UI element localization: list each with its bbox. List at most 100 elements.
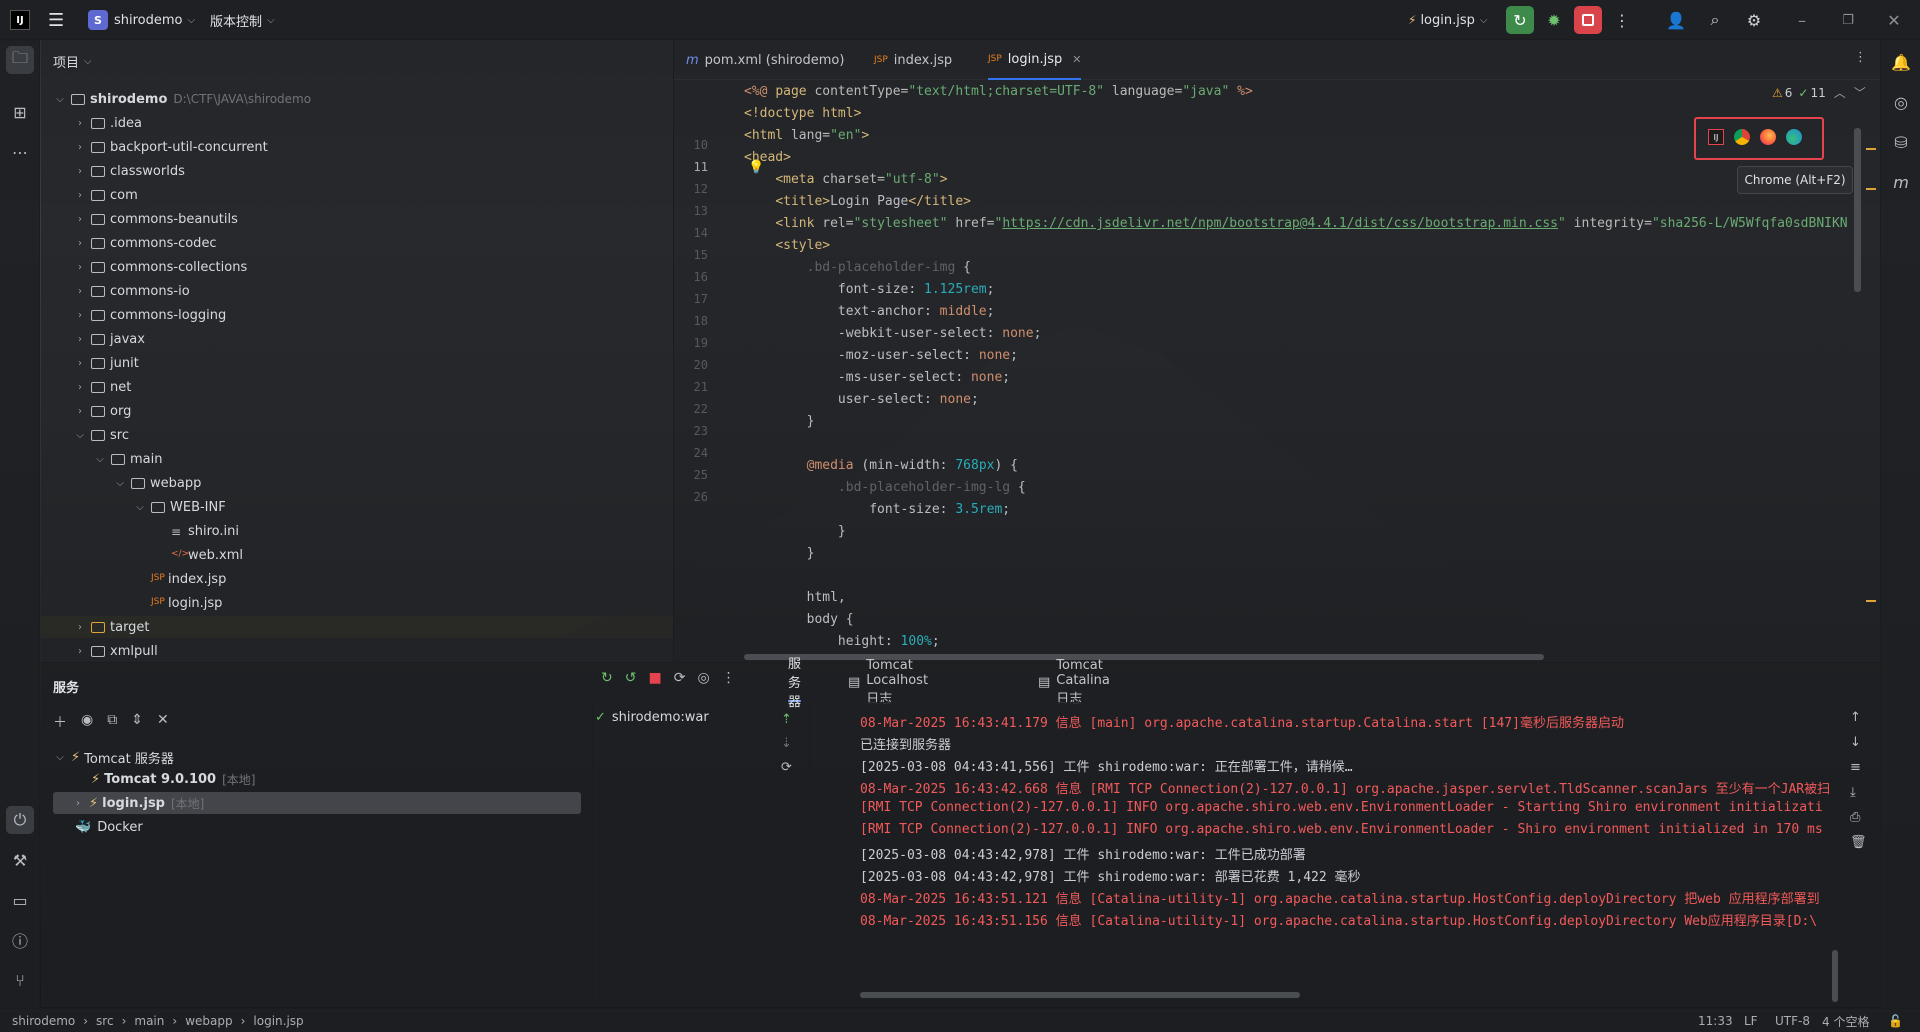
more-tools-icon[interactable]: ⋯ bbox=[6, 138, 34, 166]
tab-login-jsp[interactable]: JSP login.jsp ✕ bbox=[988, 40, 1082, 80]
file-encoding[interactable]: UTF-8 bbox=[1775, 1009, 1810, 1032]
project-selector[interactable]: S shirodemo ⌵ bbox=[88, 8, 195, 32]
close-tab-icon[interactable]: ✕ bbox=[1072, 53, 1081, 66]
tree-item[interactable]: JSP index.jsp bbox=[133, 568, 226, 590]
tree-item[interactable]: › junit bbox=[73, 352, 139, 374]
project-tool-icon[interactable]: 🗀 bbox=[6, 46, 34, 74]
refresh-icon[interactable]: ⟳ bbox=[781, 760, 792, 775]
tree-item[interactable]: › .idea bbox=[73, 112, 142, 134]
stop-icon[interactable]: ■ bbox=[648, 670, 661, 686]
tree-item[interactable]: › javax bbox=[73, 328, 145, 350]
breadcrumb-item[interactable]: main bbox=[134, 1014, 164, 1028]
tree-item[interactable]: ⌵ src bbox=[73, 424, 129, 446]
editor-horizontal-scrollbar[interactable] bbox=[744, 654, 1544, 660]
eye-icon[interactable]: ◉ bbox=[81, 712, 93, 732]
tree-item[interactable]: › commons-io bbox=[73, 280, 190, 302]
clear-log-icon[interactable]: 🗑 bbox=[1850, 835, 1867, 850]
git-tool-icon[interactable]: ⑂ bbox=[6, 966, 34, 994]
search-icon[interactable]: ⌕ bbox=[1701, 6, 1729, 34]
code-area[interactable]: 10 11 12 13 14 15 16 17 18 19 20 21 22 2… bbox=[674, 80, 1880, 662]
log-vertical-scrollbar[interactable] bbox=[1832, 950, 1838, 1002]
scroll-up-icon[interactable]: ↑ bbox=[1850, 710, 1867, 725]
indent-setting[interactable]: 4 个空格 bbox=[1822, 1009, 1869, 1032]
add-icon[interactable]: ＋ bbox=[53, 712, 67, 732]
chevron-down-icon[interactable]: ﹀ bbox=[1854, 84, 1866, 101]
tree-item[interactable]: › xmlpull bbox=[73, 640, 158, 662]
tomcat-instance-node[interactable]: ⚡ Tomcat 9.0.100 [本地] bbox=[91, 768, 255, 790]
tree-item[interactable]: ⌵ WEB-INF bbox=[133, 496, 226, 518]
redeploy-icon[interactable]: ↺ bbox=[625, 670, 637, 686]
undeploy-icon[interactable]: ⇣ bbox=[781, 736, 792, 751]
soft-wrap-icon[interactable]: ≡ bbox=[1850, 760, 1867, 775]
login-jsp-node[interactable]: › ⚡ login.jsp [本地] bbox=[71, 792, 204, 814]
tree-item[interactable]: › commons-collections bbox=[73, 256, 247, 278]
breadcrumb-item[interactable]: webapp bbox=[185, 1014, 232, 1028]
close-window-button[interactable]: ✕ bbox=[1880, 6, 1908, 34]
tab-options-icon[interactable]: ⋮ bbox=[1854, 50, 1867, 65]
main-menu-icon[interactable]: ☰ bbox=[48, 8, 64, 32]
open-browser-icon[interactable]: ◎ bbox=[697, 670, 709, 686]
tomcat-server-node[interactable]: ⌵ ⚡ Tomcat 服务器 bbox=[53, 746, 174, 768]
inspection-widget[interactable]: ⚠ 6 ✓ 11 ︿ ﹀ bbox=[1772, 84, 1866, 101]
notifications-icon[interactable]: 🔔 bbox=[1887, 48, 1915, 76]
tab-index-jsp[interactable]: JSP index.jsp bbox=[874, 40, 952, 80]
tree-item[interactable]: </> web.xml bbox=[153, 544, 243, 566]
breadcrumb-item[interactable]: shirodemo bbox=[12, 1014, 75, 1028]
database-icon[interactable]: ⛁ bbox=[1887, 128, 1915, 156]
stop-button[interactable] bbox=[1574, 6, 1602, 34]
settings-gear-icon[interactable]: ⚙ bbox=[1740, 6, 1768, 34]
rerun-button[interactable]: ↻ bbox=[1506, 6, 1534, 34]
artifact-row[interactable]: ✓ shirodemo:war bbox=[595, 706, 709, 728]
tab-pom-xml[interactable]: m pom.xml (shirodemo) bbox=[686, 40, 844, 80]
tree-item[interactable]: ⌵ main bbox=[93, 448, 162, 470]
breadcrumb-item[interactable]: src bbox=[96, 1014, 114, 1028]
scroll-down-icon[interactable]: ↓ bbox=[1850, 735, 1867, 750]
collapse-all-icon[interactable]: ✕ bbox=[157, 712, 169, 732]
expand-all-icon[interactable]: ⇕ bbox=[131, 712, 143, 732]
deploy-icon[interactable]: ⇡ bbox=[781, 712, 792, 727]
minimize-button[interactable]: – bbox=[1788, 6, 1816, 34]
tree-item[interactable]: › org bbox=[73, 400, 131, 422]
scroll-to-end-icon[interactable]: ⤓ bbox=[1850, 785, 1867, 800]
maven-icon[interactable]: m bbox=[1887, 168, 1915, 196]
terminal-tool-icon[interactable]: ▭ bbox=[6, 886, 34, 914]
log-output[interactable]: 08-Mar-2025 16:43:41.179 信息 [main] org.a… bbox=[810, 702, 1880, 1007]
docker-node[interactable]: 🐳 Docker bbox=[71, 816, 143, 838]
tree-item[interactable]: › commons-logging bbox=[73, 304, 226, 326]
lock-icon[interactable]: 🔓 bbox=[1888, 1009, 1903, 1032]
intellij-browser-icon[interactable]: IJ bbox=[1708, 129, 1724, 145]
tree-item[interactable]: JSP login.jsp bbox=[133, 592, 222, 614]
firefox-icon[interactable] bbox=[1760, 129, 1776, 145]
tab-localhost-log[interactable]: ▤ Tomcat Localhost 日志 bbox=[848, 658, 928, 707]
restart-icon[interactable]: ⟳ bbox=[674, 670, 686, 686]
vcs-menu[interactable]: 版本控制 ⌵ bbox=[210, 8, 275, 32]
problems-tool-icon[interactable]: ⓘ bbox=[6, 926, 34, 954]
tree-item[interactable]: › target bbox=[41, 616, 673, 638]
print-icon[interactable]: ⎙ bbox=[1850, 810, 1867, 825]
tree-root[interactable]: ⌵ shirodemo D:\CTF\JAVA\shirodemo bbox=[53, 88, 311, 110]
editor-vertical-scrollbar[interactable] bbox=[1854, 128, 1861, 292]
structure-tool-icon[interactable]: ⊞ bbox=[6, 98, 34, 126]
services-tool-icon[interactable]: ⏻ bbox=[6, 806, 34, 834]
update-icon[interactable]: ↻ bbox=[601, 670, 613, 686]
tree-item[interactable]: › commons-beanutils bbox=[73, 208, 238, 230]
project-panel-title[interactable]: 项目 ⌵ bbox=[53, 50, 92, 72]
tree-item[interactable]: ≡ shiro.ini bbox=[153, 520, 239, 542]
tree-item[interactable]: › classworlds bbox=[73, 160, 185, 182]
tree-item[interactable]: › com bbox=[73, 184, 138, 206]
tree-item[interactable]: ⌵ webapp bbox=[113, 472, 201, 494]
tree-item[interactable]: › net bbox=[73, 376, 131, 398]
line-separator[interactable]: LF bbox=[1744, 1009, 1758, 1032]
log-horizontal-scrollbar[interactable] bbox=[860, 992, 1300, 998]
ai-assistant-icon[interactable]: ◎ bbox=[1887, 88, 1915, 116]
more-actions-icon[interactable]: ⋮ bbox=[1608, 6, 1636, 34]
caret-position[interactable]: 11:33 bbox=[1698, 1009, 1733, 1032]
tree-item[interactable]: › backport-util-concurrent bbox=[73, 136, 268, 158]
new-tab-icon[interactable]: ⧉ bbox=[107, 712, 117, 732]
add-user-icon[interactable]: 👤 bbox=[1662, 6, 1690, 34]
debug-button[interactable]: ✹ bbox=[1540, 6, 1568, 34]
tree-item[interactable]: › commons-codec bbox=[73, 232, 217, 254]
chevron-up-icon[interactable]: ︿ bbox=[1834, 84, 1846, 101]
breadcrumb-item[interactable]: login.jsp bbox=[253, 1014, 303, 1028]
edge-icon[interactable] bbox=[1786, 129, 1802, 145]
